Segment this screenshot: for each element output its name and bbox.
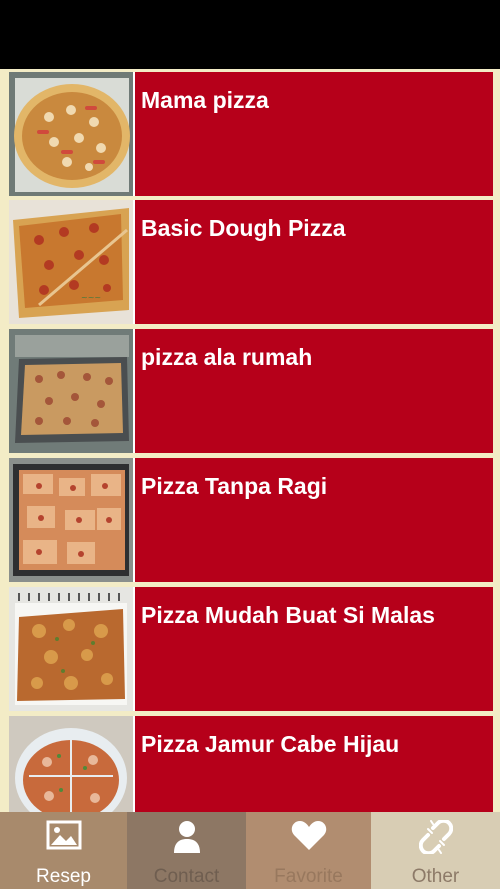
recipe-card[interactable]: Mama pizza [135,72,493,196]
recipe-title: Mama pizza [141,87,269,113]
recipe-card[interactable]: Basic Dough Pizza [135,200,493,324]
recipe-row-pizza-tanpa-ragi[interactable]: Pizza Tanpa Ragi [9,458,493,582]
recipe-title: pizza ala rumah [141,344,313,370]
recipe-thumbnail [9,587,133,711]
person-icon [127,820,246,854]
tab-label: Favorite [274,866,343,887]
recipe-thumbnail [9,716,133,812]
recipe-card[interactable]: pizza ala rumah [135,329,493,453]
recipe-row-basic-dough-pizza[interactable]: ~~~ Basic Dough Pizza [9,200,493,324]
tab-other[interactable]: Other [371,812,500,889]
status-bar [0,0,500,69]
heart-icon [246,820,371,854]
recipe-thumbnail: ~~~ [9,200,133,324]
recipe-list[interactable]: Mama pizza ~~~ Basic Dough Pizza pizza a… [0,69,500,812]
recipe-card[interactable]: Pizza Jamur Cabe Hijau [135,716,493,812]
recipe-row-pizza-mudah-buat-si-malas[interactable]: Pizza Mudah Buat Si Malas [9,587,493,711]
recipe-thumbnail [9,72,133,196]
recipe-card[interactable]: Pizza Tanpa Ragi [135,458,493,582]
recipe-card[interactable]: Pizza Mudah Buat Si Malas [135,587,493,711]
tab-favorite[interactable]: Favorite [246,812,371,889]
recipe-thumbnail [9,329,133,453]
tab-label: Resep [36,866,91,887]
recipe-thumbnail [9,458,133,582]
tab-label: Contact [153,866,220,887]
recipe-title: Pizza Jamur Cabe Hijau [141,731,400,757]
image-icon [0,820,127,854]
recipe-row-pizza-ala-rumah[interactable]: pizza ala rumah [9,329,493,453]
recipe-row-pizza-jamur-cabe-hijau[interactable]: Pizza Jamur Cabe Hijau [9,716,493,812]
tab-resep[interactable]: Resep [0,812,127,889]
tab-label: Other [411,866,460,887]
recipe-title: Pizza Mudah Buat Si Malas [141,602,435,628]
recipe-row-mama-pizza[interactable]: Mama pizza [9,72,493,196]
bottom-tab-bar: Resep Contact Favorite Other [0,812,500,889]
broken-link-icon [371,820,500,854]
recipe-title: Basic Dough Pizza [141,215,346,241]
recipe-title: Pizza Tanpa Ragi [141,473,328,499]
svg-text:~~~: ~~~ [81,293,101,302]
tab-contact[interactable]: Contact [127,812,246,889]
